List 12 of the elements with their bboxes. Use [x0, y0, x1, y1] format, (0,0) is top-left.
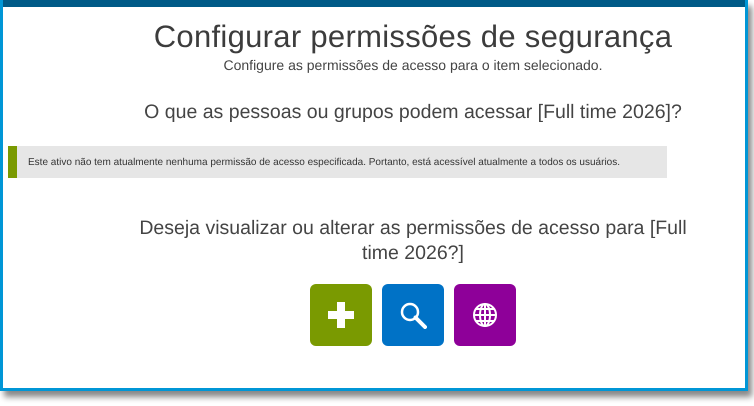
accent-bar [8, 146, 17, 178]
search-button[interactable] [382, 284, 444, 346]
dialog-title: Configurar permissões de segurança [154, 19, 672, 55]
notice-text: Este ativo não tem atualmente nenhuma permissão de acesso especificada. Portanto, está acessível atualmente a todos os usuários. [28, 156, 620, 168]
search-icon [399, 300, 427, 329]
add-button[interactable] [310, 284, 372, 346]
subtitle: Configure as permissões de acesso para o item selecionado. [224, 57, 602, 73]
question-heading: O que as pessoas ou grupos podem acessar [Full time 2026]? [144, 101, 682, 124]
prompt-text: Deseja visualizar ou alterar as permissões de acesso para [Full time 2026?] [138, 216, 688, 266]
plus-icon [328, 302, 354, 328]
globe-button[interactable] [454, 284, 516, 346]
globe-icon [472, 302, 498, 328]
